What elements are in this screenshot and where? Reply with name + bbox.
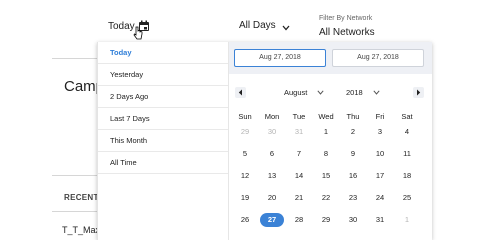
calendar-day[interactable]: 28 [287, 213, 311, 227]
chevron-down-icon [317, 88, 325, 95]
calendar-day[interactable]: 4 [395, 125, 419, 139]
calendar-day[interactable]: 2 [341, 125, 365, 139]
calendar-day[interactable]: 24 [368, 191, 392, 205]
next-month-button[interactable] [413, 87, 424, 98]
calendar-day[interactable]: 18 [395, 169, 419, 183]
end-date-input[interactable]: Aug 27, 2018 [332, 49, 424, 67]
table-row[interactable]: T_T_Max [62, 225, 100, 235]
calendar-day[interactable]: 17 [368, 169, 392, 183]
calendar-day[interactable]: 15 [314, 169, 338, 183]
calendar-day[interactable]: 11 [395, 147, 419, 161]
weekday-label: Tue [292, 112, 306, 121]
calendar-day[interactable]: 8 [314, 147, 338, 161]
weekday-label: Thu [346, 112, 360, 121]
calendar-day-selected[interactable]: 27 [260, 213, 284, 227]
calendar-day[interactable]: 25 [395, 191, 419, 205]
calendar-day[interactable]: 23 [341, 191, 365, 205]
background-divider [52, 211, 98, 212]
calendar-area: Aug 27, 2018 Aug 27, 2018 August 2018 Su… [229, 42, 432, 240]
calendar-day[interactable]: 31 [368, 213, 392, 227]
background-divider [52, 58, 98, 59]
year-select-value: 2018 [346, 88, 363, 97]
calendar-day[interactable]: 20 [260, 191, 284, 205]
mouse-cursor-icon [133, 26, 143, 40]
calendar-day[interactable]: 30 [260, 125, 284, 139]
prev-month-button[interactable] [235, 87, 246, 98]
calendar-day[interactable]: 26 [233, 213, 257, 227]
weekday-label: Sat [401, 112, 413, 121]
calendar-day[interactable]: 12 [233, 169, 257, 183]
year-select[interactable]: 2018 [346, 88, 380, 97]
preset-all-time[interactable]: All Time [98, 152, 228, 174]
network-filter-label: Filter By Network [319, 15, 373, 22]
weekday-label: Fri [375, 112, 385, 121]
calendar-day[interactable]: 19 [233, 191, 257, 205]
calendar-day[interactable]: 21 [287, 191, 311, 205]
calendar-day[interactable]: 14 [287, 169, 311, 183]
calendar-day[interactable]: 9 [341, 147, 365, 161]
calendar-day[interactable]: 3 [368, 125, 392, 139]
calendar-day[interactable]: 7 [287, 147, 311, 161]
preset-list: Today Yesterday 2 Days Ago Last 7 Days T… [98, 42, 229, 240]
date-picker-dropdown: Today Yesterday 2 Days Ago Last 7 Days T… [97, 42, 432, 240]
chevron-down-icon [282, 23, 290, 30]
preset-last-7-days[interactable]: Last 7 Days [98, 108, 228, 130]
calendar-day[interactable]: 13 [260, 169, 284, 183]
preset-this-month[interactable]: This Month [98, 130, 228, 152]
calendar-day[interactable]: 1 [314, 125, 338, 139]
network-filter-select[interactable]: All Networks [319, 27, 375, 38]
calendar-day[interactable]: 10 [368, 147, 392, 161]
weekday-label: Sun [238, 112, 252, 121]
preset-today[interactable]: Today [98, 42, 228, 64]
date-range-trigger[interactable]: Today [108, 20, 150, 32]
chevron-down-icon [373, 88, 380, 95]
weekday-label: Mon [264, 112, 280, 121]
background-divider [52, 175, 98, 176]
preset-yesterday[interactable]: Yesterday [98, 64, 228, 86]
calendar-day[interactable]: 6 [260, 147, 284, 161]
month-select-value: August [284, 88, 308, 97]
chevron-left-icon [238, 89, 242, 96]
weekday-label: Wed [318, 112, 334, 121]
calendar-day[interactable]: 29 [233, 125, 257, 139]
calendar-day[interactable]: 1 [395, 213, 419, 227]
date-range-label: Today [108, 20, 135, 32]
calendar-day[interactable]: 16 [341, 169, 365, 183]
calendar-day[interactable]: 22 [314, 191, 338, 205]
start-date-input[interactable]: Aug 27, 2018 [234, 49, 326, 67]
date-range-inputs: Aug 27, 2018 Aug 27, 2018 [229, 42, 432, 74]
month-select[interactable]: August [284, 88, 325, 97]
preset-2-days-ago[interactable]: 2 Days Ago [98, 86, 228, 108]
days-select-value: All Days [239, 20, 276, 31]
calendar-day[interactable]: 5 [233, 147, 257, 161]
calendar-day[interactable]: 31 [287, 125, 311, 139]
chevron-right-icon [417, 89, 421, 96]
days-select[interactable]: All Days [239, 20, 290, 31]
calendar-day[interactable]: 29 [314, 213, 338, 227]
calendar-day[interactable]: 30 [341, 213, 365, 227]
